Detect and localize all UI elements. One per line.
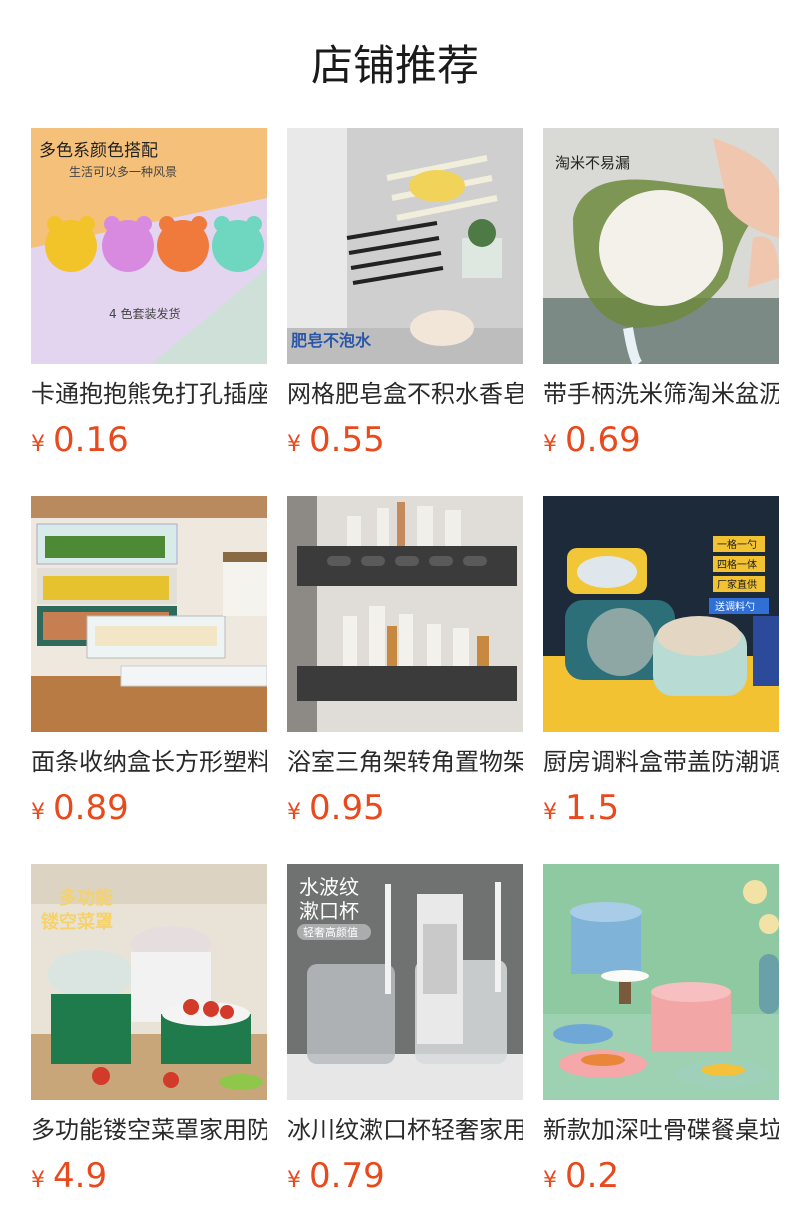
image-caption: 镂空菜罩 (41, 911, 113, 933)
product-price: ¥0.89 (31, 788, 129, 828)
product-price: ¥0.69 (543, 420, 641, 460)
price-amount: 0.69 (565, 420, 641, 460)
product-image[interactable]: 多功能 镂空菜罩 (31, 864, 267, 1100)
product-image[interactable] (287, 496, 523, 732)
currency-symbol: ¥ (31, 800, 45, 825)
product-price: ¥1.5 (543, 788, 619, 828)
product-image[interactable]: 一格一勺 四格一体 厂家直供 送调料勺 (543, 496, 779, 732)
product-price: ¥0.2 (543, 1156, 619, 1196)
image-caption: 生活可以多一种风景 (69, 165, 177, 179)
section-title: 店铺推荐 (310, 41, 479, 90)
currency-symbol: ¥ (287, 1168, 301, 1193)
product-name[interactable]: 卡通抱抱熊免打孔插座固定器 (31, 378, 267, 414)
price-amount: 0.55 (309, 420, 385, 460)
image-caption: 漱口杯 (299, 899, 359, 923)
price-amount: 0.2 (565, 1156, 620, 1196)
price-amount: 0.89 (53, 788, 129, 828)
price-amount: 0.16 (53, 420, 129, 460)
product-name[interactable]: 多功能镂空菜罩家用防苍蝇 (31, 1114, 267, 1150)
image-caption: 淘米不易漏 (555, 154, 630, 172)
image-caption: 多功能 (59, 887, 113, 909)
product-name[interactable]: 面条收纳盒长方形塑料保鲜盒 (31, 746, 267, 782)
product-image[interactable]: 肥皂不泡水 (287, 128, 523, 364)
image-caption: 4 色套装发货 (109, 306, 180, 321)
currency-symbol: ¥ (543, 1168, 557, 1193)
image-caption: 多色系颜色搭配 (39, 141, 158, 161)
currency-symbol: ¥ (31, 1168, 45, 1193)
price-amount: 4.9 (53, 1156, 108, 1196)
product-image[interactable] (543, 864, 779, 1100)
product-name[interactable]: 新款加深吐骨碟餐桌垃圾盘 (543, 1114, 779, 1150)
currency-symbol: ¥ (543, 800, 557, 825)
image-caption: 厂家直供 (717, 578, 757, 591)
currency-symbol: ¥ (287, 800, 301, 825)
currency-symbol: ¥ (287, 432, 301, 457)
image-caption: 一格一勺 (717, 538, 757, 551)
product-name[interactable]: 厨房调料盒带盖防潮调味罐 (543, 746, 779, 782)
image-caption: 送调料勺 (715, 600, 755, 613)
price-amount: 0.79 (309, 1156, 385, 1196)
image-caption: 四格一体 (717, 558, 757, 571)
image-caption: 轻奢高颜值 (303, 925, 358, 939)
currency-symbol: ¥ (543, 432, 557, 457)
currency-symbol: ¥ (31, 432, 45, 457)
product-name[interactable]: 网格肥皂盒不积水香皂架 (287, 378, 523, 414)
price-amount: 1.5 (565, 788, 620, 828)
product-name[interactable]: 浴室三角架转角置物架免打孔 (287, 746, 523, 782)
product-price: ¥0.16 (31, 420, 129, 460)
product-name[interactable]: 带手柄洗米筛淘米盆沥水篮 (543, 378, 779, 414)
product-price: ¥0.55 (287, 420, 385, 460)
product-image[interactable]: 淘米不易漏 (543, 128, 779, 364)
image-caption: 水波纹 (299, 875, 359, 899)
product-name[interactable]: 冰川纹漱口杯轻奢家用刷牙杯 (287, 1114, 523, 1150)
image-caption: 肥皂不泡水 (291, 331, 372, 350)
product-price: ¥4.9 (31, 1156, 107, 1196)
product-image[interactable]: 多色系颜色搭配 生活可以多一种风景 4 色套装发货 (31, 128, 267, 364)
price-amount: 0.95 (309, 788, 385, 828)
product-image[interactable] (31, 496, 267, 732)
product-price: ¥0.79 (287, 1156, 385, 1196)
product-price: ¥0.95 (287, 788, 385, 828)
product-image[interactable]: 水波纹 漱口杯 轻奢高颜值 (287, 864, 523, 1100)
